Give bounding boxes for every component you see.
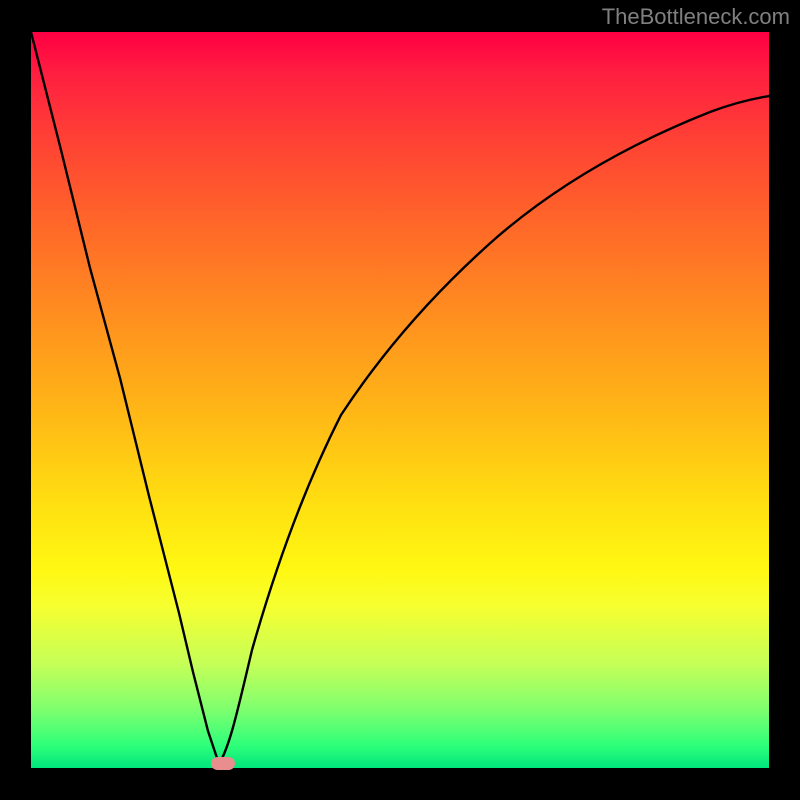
- plot-area: [31, 32, 769, 768]
- minimum-marker: [211, 757, 235, 770]
- chart-frame: TheBottleneck.com: [0, 0, 800, 800]
- bottleneck-curve: [31, 32, 769, 768]
- watermark-text: TheBottleneck.com: [602, 4, 790, 30]
